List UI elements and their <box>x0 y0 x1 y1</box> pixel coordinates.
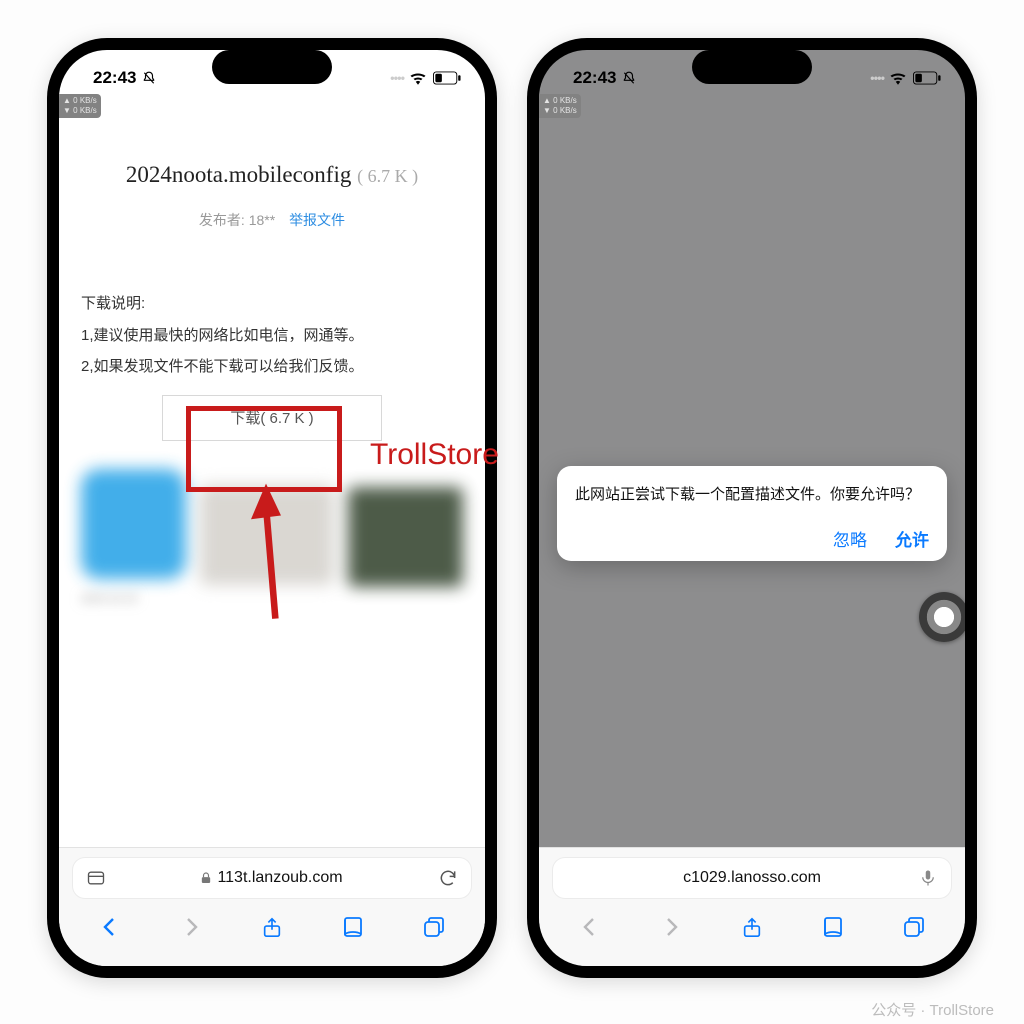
safari-bottom-bar: 113t.lanzoub.com <box>59 847 485 966</box>
dynamic-island <box>692 50 812 84</box>
page-content-dimmed: 此网站正尝试下载一个配置描述文件。你要允许吗？ 忽略 允许 <box>539 106 965 847</box>
url-text: 113t.lanzoub.com <box>217 869 342 887</box>
cell-dots-icon: • • • • <box>390 71 403 85</box>
alert-allow-button[interactable]: 允许 <box>895 526 929 551</box>
bookmarks-button[interactable] <box>818 912 848 942</box>
mic-icon[interactable] <box>917 867 939 889</box>
assistive-touch-icon[interactable] <box>919 592 965 642</box>
page-settings-icon[interactable] <box>85 867 107 889</box>
safari-bottom-bar: c1029.lanosso.com <box>539 847 965 966</box>
download-config-alert: 此网站正尝试下载一个配置描述文件。你要允许吗？ 忽略 允许 <box>557 466 947 561</box>
download-button[interactable]: 下载( 6.7 K ) <box>162 395 382 441</box>
forward-button[interactable] <box>176 912 206 942</box>
battery-icon <box>913 71 941 85</box>
blurred-caption: 2024-10-15 <box>81 593 463 605</box>
report-link[interactable]: 举报文件 <box>289 212 345 228</box>
phone-left: ▲ 0 KB/s ▼ 0 KB/s 22:43 • • • • 2024noot… <box>47 38 497 978</box>
tabs-button[interactable] <box>899 912 929 942</box>
silent-icon <box>622 71 636 85</box>
network-speed-badge: ▲ 0 KB/s ▼ 0 KB/s <box>59 94 101 118</box>
wifi-icon <box>889 71 907 85</box>
annotation-label: TrollStore <box>370 438 499 472</box>
wifi-icon <box>409 71 427 85</box>
network-speed-badge: ▲ 0 KB/s ▼ 0 KB/s <box>539 94 581 118</box>
publisher-label: 发布者: 18** <box>199 212 275 228</box>
phone-right: ▲ 0 KB/s ▼ 0 KB/s 22:43 • • • • 此网站正尝试下载… <box>527 38 977 978</box>
lock-icon <box>201 872 211 884</box>
reload-icon[interactable] <box>437 867 459 889</box>
alert-ignore-button[interactable]: 忽略 <box>833 526 867 551</box>
url-text: c1029.lanosso.com <box>683 869 821 887</box>
address-bar[interactable]: 113t.lanzoub.com <box>73 858 471 898</box>
dynamic-island <box>212 50 332 84</box>
share-button[interactable] <box>737 912 767 942</box>
alert-message: 此网站正尝试下载一个配置描述文件。你要允许吗？ <box>575 484 929 506</box>
back-button[interactable] <box>575 912 605 942</box>
bookmarks-button[interactable] <box>338 912 368 942</box>
clock: 22:43 <box>573 68 616 88</box>
share-button[interactable] <box>257 912 287 942</box>
address-bar[interactable]: c1029.lanosso.com <box>553 858 951 898</box>
forward-button[interactable] <box>656 912 686 942</box>
download-description: 下载说明: 1,建议使用最快的网络比如电信，网通等。 2,如果发现文件不能下载可… <box>81 288 463 383</box>
back-button[interactable] <box>95 912 125 942</box>
battery-icon <box>433 71 461 85</box>
blurred-thumbnails <box>81 469 463 587</box>
cell-dots-icon: • • • • <box>870 71 883 85</box>
silent-icon <box>142 71 156 85</box>
file-title: 2024noota.mobileconfig ( 6.7 K ) <box>81 162 463 188</box>
watermark: 公众号 · TrollStore <box>871 999 994 1020</box>
page-content: 2024noota.mobileconfig ( 6.7 K ) 发布者: 18… <box>59 106 485 847</box>
clock: 22:43 <box>93 68 136 88</box>
tabs-button[interactable] <box>419 912 449 942</box>
